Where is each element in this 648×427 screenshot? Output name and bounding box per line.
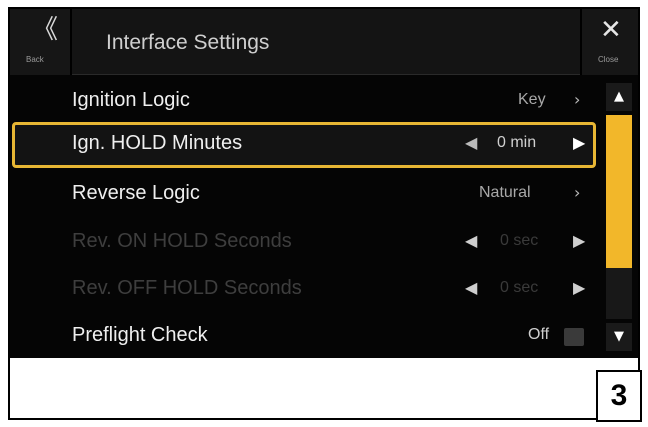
- setting-label: Ignition Logic: [72, 89, 190, 111]
- setting-row-ign-hold-minutes[interactable]: Ign. HOLD Minutes ◀ 0 min ▶: [10, 122, 600, 166]
- chevron-right-icon: ›: [574, 90, 581, 109]
- setting-label: Reverse Logic: [72, 182, 200, 204]
- step-number-badge: 3: [596, 370, 642, 422]
- setting-label: Rev. OFF HOLD Seconds: [72, 277, 302, 299]
- setting-row-preflight-check[interactable]: Preflight Check Off: [10, 314, 600, 358]
- setting-value: Natural: [479, 184, 531, 201]
- chevron-right-icon: ›: [574, 183, 581, 202]
- back-button[interactable]: 《 Back: [10, 9, 72, 75]
- back-label: Back: [26, 55, 44, 64]
- decrease-arrow-button: ◀: [465, 278, 478, 297]
- close-x-icon: ✕: [600, 15, 622, 45]
- double-chevron-left-icon: 《: [32, 15, 59, 45]
- increase-arrow-button: ▶: [573, 231, 586, 250]
- setting-value: 0 min: [497, 134, 537, 151]
- setting-value: 0 sec: [500, 279, 539, 296]
- figure-frame: 《 Back Interface Settings ✕ Close Igniti…: [8, 7, 642, 422]
- scrollbar[interactable]: ▲ ▼: [604, 83, 634, 353]
- scroll-down-button[interactable]: ▼: [606, 323, 632, 351]
- close-label: Close: [598, 55, 619, 64]
- scroll-thumb[interactable]: [606, 115, 632, 268]
- setting-label: Rev. ON HOLD Seconds: [72, 230, 292, 252]
- setting-value: Key: [518, 91, 546, 108]
- setting-row-rev-off-hold-seconds: Rev. OFF HOLD Seconds ◀ 0 sec ▶: [10, 267, 600, 311]
- header-bar: 《 Back Interface Settings ✕ Close: [10, 9, 638, 75]
- close-button[interactable]: ✕ Close: [580, 9, 638, 75]
- decrease-arrow-button[interactable]: ◀: [465, 133, 477, 152]
- scroll-up-button[interactable]: ▲: [606, 83, 632, 111]
- settings-screen: 《 Back Interface Settings ✕ Close Igniti…: [10, 9, 638, 358]
- setting-row-reverse-logic[interactable]: Reverse Logic Natural ›: [10, 172, 600, 216]
- setting-label: Preflight Check: [72, 324, 208, 346]
- setting-value: Off: [528, 326, 550, 343]
- setting-row-rev-on-hold-seconds: Rev. ON HOLD Seconds ◀ 0 sec ▶: [10, 220, 600, 264]
- setting-value: 0 sec: [500, 232, 539, 249]
- page-title: Interface Settings: [106, 31, 270, 54]
- setting-label: Ign. HOLD Minutes: [72, 132, 243, 154]
- toggle-checkbox[interactable]: [564, 328, 584, 346]
- decrease-arrow-button: ◀: [465, 231, 478, 250]
- increase-arrow-button[interactable]: ▶: [573, 133, 585, 152]
- increase-arrow-button: ▶: [573, 278, 586, 297]
- setting-row-ignition-logic[interactable]: Ignition Logic Key ›: [10, 79, 600, 123]
